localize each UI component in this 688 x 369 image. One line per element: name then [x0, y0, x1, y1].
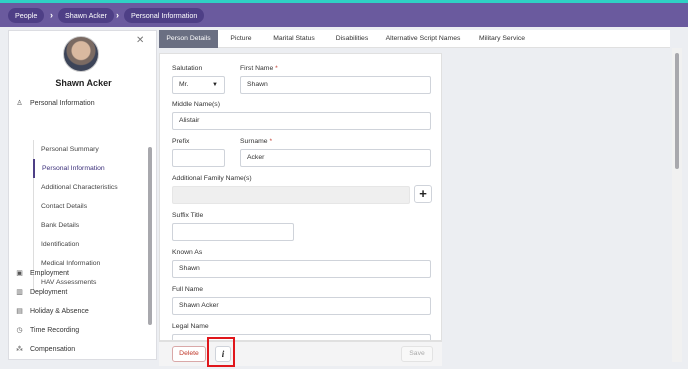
- top-bar: People › Shawn Acker › Personal Informat…: [0, 0, 688, 27]
- salutation-select[interactable]: Mr. ▼: [172, 76, 225, 94]
- surname-field[interactable]: Acker: [240, 149, 431, 167]
- caret-down-icon: ▼: [212, 82, 218, 88]
- tab-alternative-script-names[interactable]: Alternative Script Names: [380, 30, 466, 48]
- building-icon: ▥: [16, 289, 23, 296]
- tab-military-service[interactable]: Military Service: [471, 30, 533, 48]
- person-details-form: Salutation Mr. ▼ First Name * Shawn Midd…: [159, 53, 442, 341]
- sidebar: ✕ Shawn Acker ♙ Personal Information Pers…: [8, 30, 157, 360]
- additional-family-names-label: Additional Family Name(s): [172, 175, 252, 182]
- briefcase-icon: ▣: [16, 270, 23, 277]
- additional-family-names-field: [172, 186, 410, 204]
- known-as-field[interactable]: Shawn: [172, 260, 431, 278]
- coins-icon: ⁂: [16, 346, 23, 353]
- form-footer: Delete i Save: [159, 341, 442, 366]
- sidebar-item-identification[interactable]: Identification: [33, 235, 147, 254]
- sidebar-item-bank-details[interactable]: Bank Details: [33, 216, 147, 235]
- breadcrumb-person[interactable]: Shawn Acker: [58, 8, 114, 23]
- save-button[interactable]: Save: [401, 346, 433, 362]
- person-icon: ♙: [16, 100, 23, 107]
- highlight-box: [207, 337, 235, 367]
- plus-icon: +: [419, 186, 427, 201]
- surname-label: Surname *: [240, 138, 273, 145]
- sidebar-section-holiday-absence[interactable]: ▤ Holiday & Absence: [15, 307, 89, 317]
- sidebar-section-time-recording[interactable]: ◷ Time Recording: [15, 326, 79, 336]
- calendar-icon: ▤: [16, 308, 23, 315]
- sidebar-item-contact-details[interactable]: Contact Details: [33, 197, 147, 216]
- prefix-field[interactable]: [172, 149, 225, 167]
- known-as-label: Known As: [172, 249, 203, 256]
- add-family-name-button[interactable]: +: [414, 185, 432, 203]
- clock-icon: ◷: [16, 327, 23, 334]
- close-icon[interactable]: ✕: [136, 36, 144, 46]
- suffix-title-field[interactable]: [172, 223, 294, 241]
- profile-name: Shawn Acker: [55, 78, 112, 88]
- chevron-right-icon: ›: [116, 10, 119, 20]
- sidebar-section-compensation[interactable]: ⁂ Compensation: [15, 345, 75, 355]
- sidebar-item-personal-information[interactable]: Personal Information: [33, 159, 147, 178]
- main-scrollbar[interactable]: [672, 48, 682, 362]
- tab-picture[interactable]: Picture: [221, 30, 261, 48]
- prefix-label: Prefix: [172, 138, 190, 145]
- full-name-field[interactable]: Shawn Acker: [172, 297, 431, 315]
- middle-name-field[interactable]: Alistair: [172, 112, 431, 130]
- tab-person-details[interactable]: Person Details: [159, 30, 218, 48]
- tab-marital-status[interactable]: Marital Status: [264, 30, 324, 48]
- main-scrollbar-thumb[interactable]: [675, 53, 679, 169]
- sidebar-scrollbar[interactable]: [148, 147, 152, 325]
- tab-bar: Person Details Picture Marital Status Di…: [159, 30, 670, 48]
- first-name-field[interactable]: Shawn: [240, 76, 431, 94]
- breadcrumb-current: Personal Information: [124, 8, 205, 23]
- chevron-right-icon: ›: [50, 10, 53, 20]
- middle-name-label: Middle Name(s): [172, 101, 220, 108]
- full-name-label: Full Name: [172, 286, 203, 293]
- delete-button[interactable]: Delete: [172, 346, 206, 362]
- salutation-label: Salutation: [172, 65, 203, 72]
- sidebar-item-personal-summary[interactable]: Personal Summary: [33, 140, 147, 159]
- sidebar-section-employment[interactable]: ▣ Employment: [15, 269, 69, 279]
- sidebar-section-deployment[interactable]: ▥ Deployment: [15, 288, 67, 298]
- first-name-label: First Name *: [240, 65, 278, 72]
- tab-disabilities[interactable]: Disabilities: [327, 30, 377, 48]
- sidebar-section-personal-information[interactable]: ♙ Personal Information: [15, 99, 94, 109]
- suffix-title-label: Suffix Title: [172, 212, 204, 219]
- breadcrumb-people[interactable]: People: [8, 8, 45, 23]
- sidebar-item-additional-characteristics[interactable]: Additional Characteristics: [33, 178, 147, 197]
- legal-name-label: Legal Name: [172, 323, 209, 330]
- avatar: [63, 36, 99, 72]
